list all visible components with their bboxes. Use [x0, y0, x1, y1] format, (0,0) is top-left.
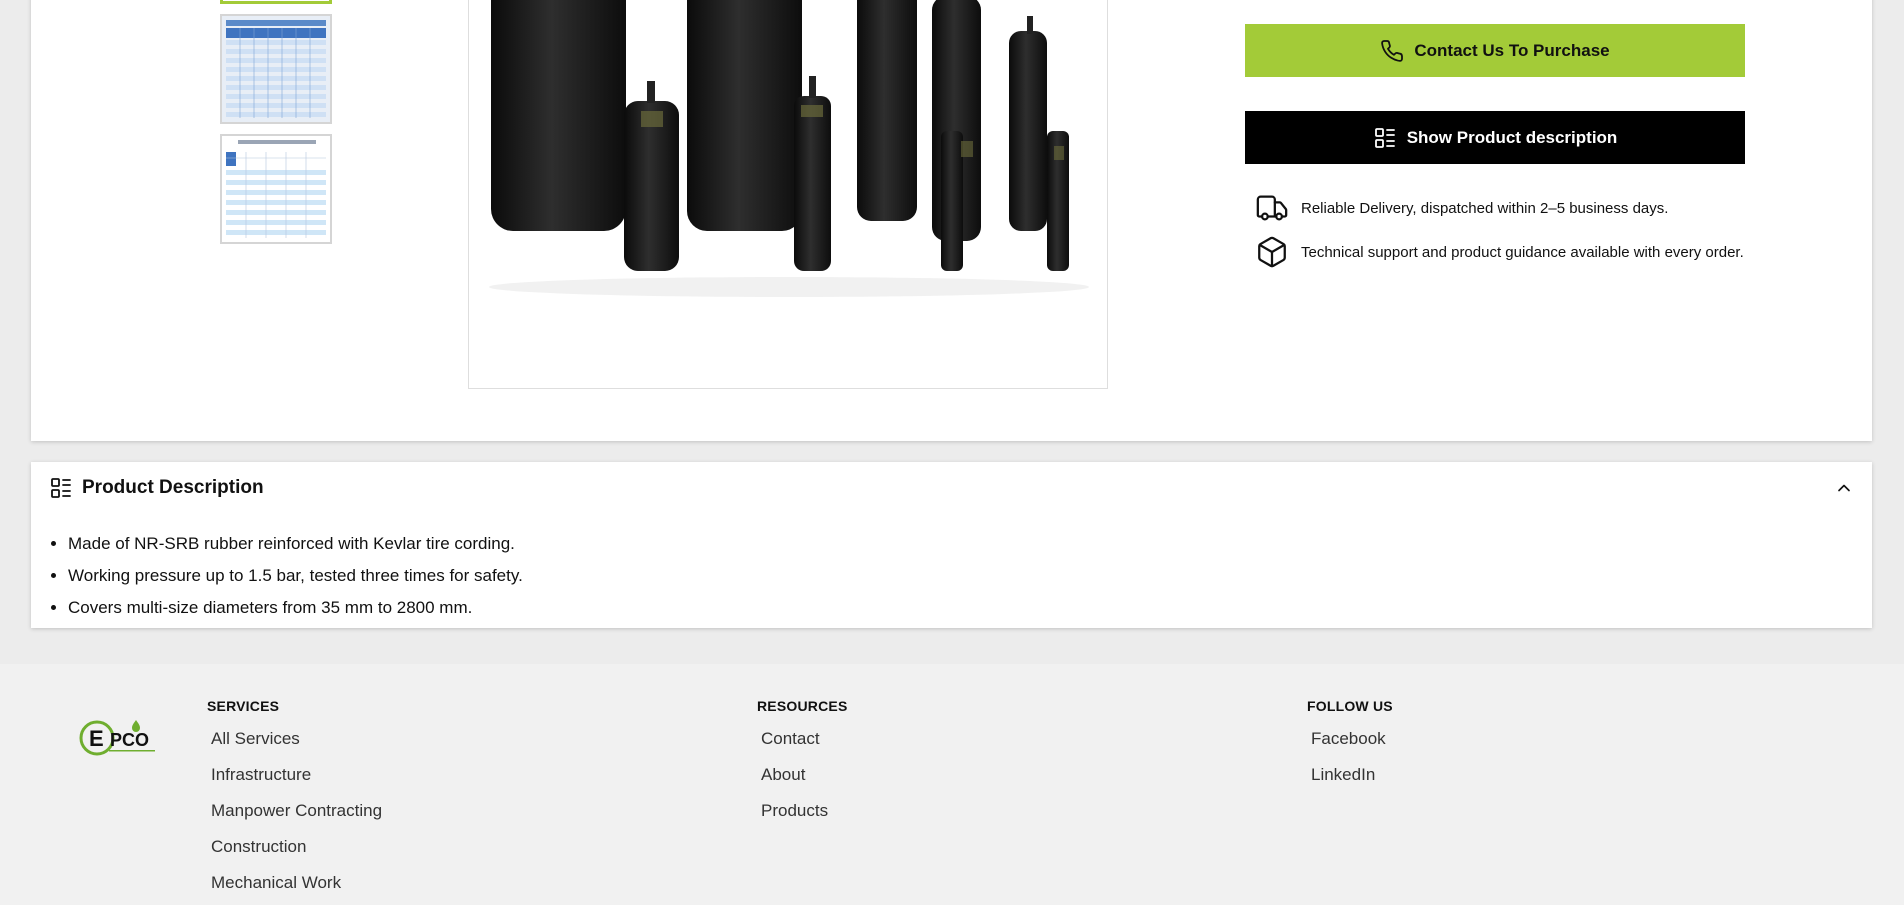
contact-us-label: Contact Us To Purchase — [1414, 40, 1610, 60]
footer-resources-column: RESOURCES Contact About Products — [757, 698, 847, 836]
footer-resources-heading: RESOURCES — [757, 698, 848, 714]
product-thumbnail-1[interactable] — [220, 0, 332, 4]
list-icon — [51, 478, 71, 498]
box-icon — [1258, 236, 1286, 268]
list-item: Covers multi-size diameters from 35 mm t… — [68, 592, 523, 624]
footer-follow-heading: FOLLOW US — [1307, 698, 1393, 714]
footer-services-column: SERVICES All Services Infrastructure Man… — [207, 698, 382, 905]
feature-delivery: Reliable Delivery, dispatched within 2–5… — [1255, 191, 1668, 225]
truck-icon — [1256, 195, 1288, 221]
footer: E PCO SERVICES All Services Infrastructu… — [0, 664, 1904, 905]
feature-support-text: Technical support and product guidance a… — [1301, 243, 1744, 261]
product-main-image[interactable] — [468, 0, 1108, 389]
list-icon — [1374, 127, 1395, 148]
footer-link-products[interactable]: Products — [757, 800, 847, 836]
footer-link-all-services[interactable]: All Services — [207, 728, 382, 764]
footer-services-heading: SERVICES — [207, 698, 280, 714]
footer-link-contact[interactable]: Contact — [757, 728, 847, 764]
list-item: Made of NR-SRB rubber reinforced with Ke… — [68, 528, 523, 560]
product-thumbnail-3[interactable] — [220, 134, 332, 244]
footer-link-about[interactable]: About — [757, 764, 847, 800]
product-description-list: Made of NR-SRB rubber reinforced with Ke… — [68, 528, 523, 624]
show-description-label: Show Product description — [1406, 127, 1618, 147]
footer-link-infrastructure[interactable]: Infrastructure — [207, 764, 382, 800]
footer-link-construction[interactable]: Construction — [207, 836, 382, 872]
footer-link-facebook[interactable]: Facebook — [1307, 728, 1393, 764]
page: Contact Us To Purchase Show Product desc… — [0, 0, 1904, 905]
list-item: Working pressure up to 1.5 bar, tested t… — [68, 560, 523, 592]
phone-icon — [1381, 39, 1404, 62]
contact-us-button[interactable]: Contact Us To Purchase — [1245, 24, 1745, 77]
footer-link-linkedin[interactable]: LinkedIn — [1307, 764, 1393, 800]
chevron-up-icon[interactable] — [1834, 478, 1854, 498]
footer-link-manpower-contracting[interactable]: Manpower Contracting — [207, 800, 382, 836]
svg-text:PCO: PCO — [110, 730, 149, 750]
product-thumbnail-2[interactable] — [220, 14, 332, 124]
product-card: Contact Us To Purchase Show Product desc… — [31, 0, 1872, 441]
footer-follow-column: FOLLOW US Facebook LinkedIn — [1307, 698, 1393, 800]
product-description-panel: Product Description Made of NR-SRB rubbe… — [31, 462, 1872, 628]
footer-link-mechanical-work[interactable]: Mechanical Work — [207, 872, 382, 905]
epco-logo[interactable]: E PCO — [79, 716, 159, 760]
product-description-toggle[interactable]: Product Description — [31, 462, 1872, 514]
feature-delivery-text: Reliable Delivery, dispatched within 2–5… — [1301, 199, 1669, 217]
svg-text:E: E — [89, 726, 104, 751]
feature-support: Technical support and product guidance a… — [1255, 235, 1744, 269]
show-description-button[interactable]: Show Product description — [1245, 111, 1745, 164]
product-description-title: Product Description — [82, 477, 264, 498]
